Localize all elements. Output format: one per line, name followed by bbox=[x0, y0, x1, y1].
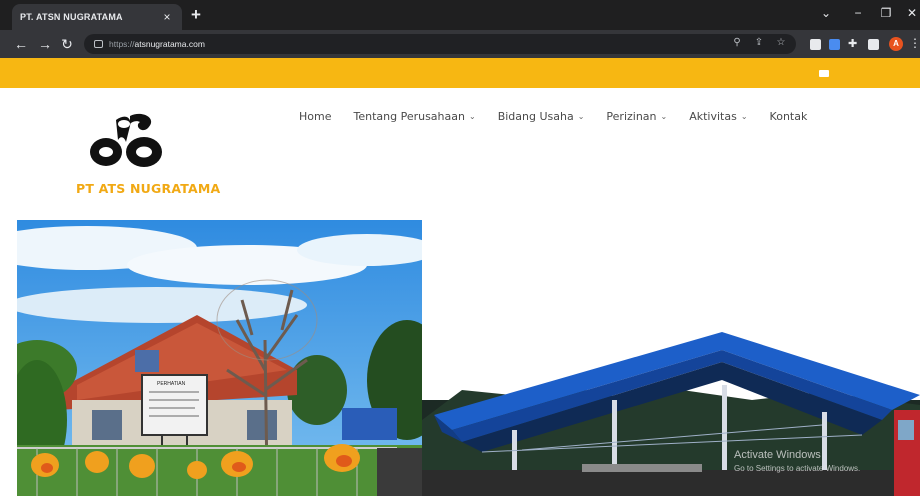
nav-item-label: Tentang Perusahaan bbox=[353, 110, 465, 123]
nav-item-label: Aktivitas bbox=[689, 110, 737, 123]
brand-name[interactable]: PT ATS NUGRATAMA bbox=[76, 181, 220, 196]
browser-tab-strip: PT. ATSN NUGRATAMA × + ⌄ − ❐ ✕ bbox=[0, 0, 920, 30]
profile-avatar[interactable]: A bbox=[889, 37, 903, 51]
back-icon[interactable]: ← bbox=[12, 35, 30, 53]
nav-item-home[interactable]: Home bbox=[299, 110, 331, 123]
nav-item-label: Home bbox=[299, 110, 332, 123]
bookmark-star-icon[interactable]: ☆ bbox=[774, 37, 788, 48]
share-icon[interactable]: ⇪ bbox=[752, 37, 766, 48]
browser-toolbar: ← → ↻ https://atsnugratama.com ⚲ ⇪ ☆ ✚ A… bbox=[0, 30, 920, 58]
browser-menu-icon[interactable]: ⋮ bbox=[909, 36, 920, 50]
company-logo[interactable] bbox=[86, 112, 168, 174]
main-nav: Home Tentang Perusahaan ⌄ Bidang Usaha ⌄… bbox=[299, 110, 829, 123]
forward-icon[interactable]: → bbox=[36, 35, 54, 53]
nav-item-label: Bidang Usaha bbox=[497, 110, 574, 123]
chevron-down-icon: ⌄ bbox=[660, 112, 668, 121]
side-panel-icon[interactable] bbox=[868, 39, 879, 50]
address-bar[interactable]: https://atsnugratama.com ⚲ ⇪ ☆ bbox=[84, 34, 796, 54]
maximize-icon[interactable]: ❐ bbox=[876, 6, 896, 20]
minimize-icon[interactable]: − bbox=[848, 6, 868, 20]
watermark-title: Activate Windows bbox=[734, 449, 821, 461]
new-tab-button[interactable]: + bbox=[186, 5, 206, 25]
nav-item-label: Kontak bbox=[769, 110, 808, 123]
tab-title: PT. ATSN NUGRATAMA bbox=[20, 12, 123, 22]
url-text: https://atsnugratama.com bbox=[109, 39, 205, 49]
sign-title: PERHATIAN bbox=[157, 381, 186, 387]
mail-icon[interactable] bbox=[819, 70, 829, 77]
chevron-down-icon: ⌄ bbox=[740, 112, 748, 121]
nav-item-aktivitas[interactable]: Aktivitas ⌄ bbox=[689, 110, 747, 123]
lock-icon bbox=[94, 40, 103, 48]
tab-close-icon[interactable]: × bbox=[160, 10, 174, 24]
nav-item-perizinan[interactable]: Perizinan ⌄ bbox=[606, 110, 667, 123]
chevron-down-icon: ⌄ bbox=[577, 112, 585, 121]
zoom-search-icon[interactable]: ⚲ bbox=[730, 37, 744, 48]
chevron-down-icon: ⌄ bbox=[468, 112, 476, 121]
tab-search-icon[interactable]: ⌄ bbox=[816, 6, 836, 20]
nav-item-label: Perizinan bbox=[606, 110, 657, 123]
site-top-bar bbox=[0, 58, 920, 88]
nav-item-tentang-perusahaan[interactable]: Tentang Perusahaan ⌄ bbox=[353, 110, 475, 123]
hero-photo-office: PERHATIAN bbox=[17, 220, 422, 496]
nav-item-kontak[interactable]: Kontak bbox=[770, 110, 808, 123]
windows-activation-watermark: Activate Windows Go to Settings to activ… bbox=[734, 449, 860, 473]
extension-icon[interactable] bbox=[829, 39, 840, 50]
reload-icon[interactable]: ↻ bbox=[58, 35, 76, 53]
extension-icon[interactable] bbox=[810, 39, 821, 50]
close-window-icon[interactable]: ✕ bbox=[902, 6, 920, 20]
nav-item-bidang-usaha[interactable]: Bidang Usaha ⌄ bbox=[498, 110, 585, 123]
browser-tab[interactable]: PT. ATSN NUGRATAMA × bbox=[12, 4, 182, 30]
watermark-subtitle: Go to Settings to activate Windows. bbox=[734, 464, 861, 473]
extensions-puzzle-icon[interactable]: ✚ bbox=[848, 37, 859, 50]
